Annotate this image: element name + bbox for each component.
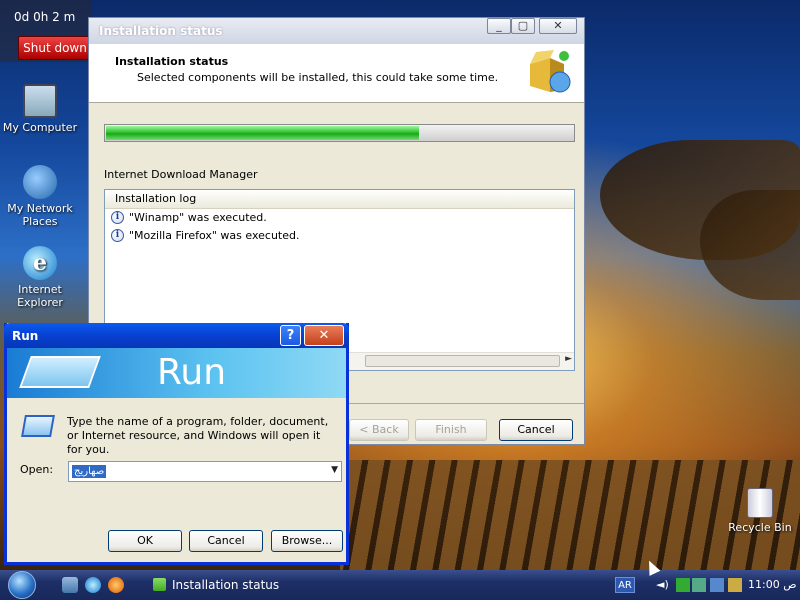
install-box-icon bbox=[530, 50, 571, 93]
run-cancel-button[interactable]: Cancel bbox=[189, 530, 263, 552]
internet-explorer-quicklaunch-icon[interactable] bbox=[85, 577, 101, 593]
chevron-down-icon[interactable]: ▼ bbox=[331, 465, 338, 475]
shutdown-timer-widget: 0d 0h 2 m Shut down bbox=[0, 0, 92, 62]
internet-explorer-icon: e bbox=[23, 246, 57, 280]
run-description: Type the name of a program, folder, docu… bbox=[67, 415, 329, 456]
security-tray-icon[interactable] bbox=[676, 578, 690, 592]
taskbar: Installation status AR ◄) 11:00 ص bbox=[0, 570, 800, 600]
log-entry-text: "Mozilla Firefox" was executed. bbox=[129, 229, 300, 242]
back-button[interactable]: < Back bbox=[349, 419, 409, 441]
start-button[interactable] bbox=[0, 570, 48, 600]
tools-tray-icon[interactable] bbox=[728, 578, 742, 592]
taskbar-item-label: Installation status bbox=[172, 578, 280, 592]
help-button[interactable]: ? bbox=[280, 325, 301, 346]
taskbar-item-installation-status[interactable]: Installation status bbox=[148, 573, 298, 597]
info-icon: i bbox=[111, 229, 124, 242]
log-entry: i "Mozilla Firefox" was executed. bbox=[105, 227, 574, 245]
minimize-button[interactable]: _ bbox=[487, 18, 511, 34]
install-progress-bar bbox=[104, 124, 575, 142]
open-label: Open: bbox=[20, 463, 54, 476]
display-tray-icon[interactable] bbox=[710, 578, 724, 592]
desktop-icon-my-computer[interactable]: My Computer bbox=[0, 84, 80, 134]
header-title: Installation status bbox=[115, 55, 229, 68]
open-combobox[interactable]: صهاريج ▼ bbox=[68, 461, 342, 482]
run-banner: Run bbox=[7, 348, 346, 398]
installer-header: Installation status Selected components … bbox=[89, 44, 584, 103]
installer-title-bar[interactable]: Installation status _ ▢ ✕ bbox=[89, 18, 584, 44]
finish-button[interactable]: Finish bbox=[415, 419, 487, 441]
network-tray-icon[interactable] bbox=[692, 578, 706, 592]
desktop-icon-my-network-places[interactable]: My Network Places bbox=[0, 165, 80, 228]
ok-button[interactable]: OK bbox=[108, 530, 182, 552]
scroll-right-arrow-icon[interactable]: ► bbox=[565, 354, 572, 364]
windows-orb-icon bbox=[8, 571, 36, 599]
banner-text: Run bbox=[157, 352, 227, 393]
installer-task-icon bbox=[153, 578, 166, 591]
log-header: Installation log bbox=[105, 190, 574, 209]
show-desktop-icon[interactable] bbox=[62, 577, 78, 593]
run-title-bar[interactable]: Run ? ✕ bbox=[4, 323, 349, 348]
close-button[interactable]: ✕ bbox=[539, 18, 577, 34]
open-input-value[interactable]: صهاريج bbox=[72, 465, 107, 478]
info-icon: i bbox=[111, 211, 124, 224]
log-entry: i "Winamp" was executed. bbox=[105, 209, 574, 227]
shutdown-button[interactable]: Shut down bbox=[18, 36, 92, 60]
installer-title: Installation status bbox=[99, 24, 223, 38]
run-program-icon bbox=[21, 415, 55, 437]
desktop-icon-internet-explorer[interactable]: e Internet Explorer bbox=[0, 246, 80, 309]
timer-text: 0d 0h 2 m bbox=[14, 10, 76, 24]
desktop-icon-label: My Network Places bbox=[7, 202, 73, 228]
desktop-icon-label: Internet Explorer bbox=[17, 283, 63, 309]
my-computer-icon bbox=[23, 84, 57, 118]
recycle-bin-icon bbox=[747, 488, 773, 518]
progress-fill bbox=[106, 126, 419, 140]
cancel-button[interactable]: Cancel bbox=[499, 419, 573, 441]
install-status-text: Internet Download Manager bbox=[104, 168, 258, 181]
desktop-icon-label: My Computer bbox=[2, 121, 78, 134]
browse-button[interactable]: Browse... bbox=[271, 530, 343, 552]
run-banner-icon bbox=[19, 356, 101, 388]
desktop-icon-label: Recycle Bin bbox=[728, 521, 792, 534]
volume-icon[interactable]: ◄) bbox=[656, 578, 670, 592]
scrollbar-thumb[interactable] bbox=[365, 355, 560, 367]
run-title: Run bbox=[12, 329, 39, 343]
header-subtitle: Selected components will be installed, t… bbox=[137, 71, 499, 84]
firefox-quicklaunch-icon[interactable] bbox=[108, 577, 124, 593]
network-places-icon bbox=[23, 165, 57, 199]
log-entry-text: "Winamp" was executed. bbox=[129, 211, 267, 224]
desktop-icon-recycle-bin[interactable]: Recycle Bin bbox=[720, 488, 800, 534]
clock[interactable]: 11:00 ص bbox=[748, 578, 797, 591]
run-dialog: Run ? ✕ Run Type the name of a program, … bbox=[4, 323, 349, 565]
close-button[interactable]: ✕ bbox=[304, 325, 344, 346]
language-indicator[interactable]: AR bbox=[615, 577, 635, 593]
palm-canopy-right bbox=[700, 190, 800, 300]
maximize-button[interactable]: ▢ bbox=[511, 18, 535, 34]
